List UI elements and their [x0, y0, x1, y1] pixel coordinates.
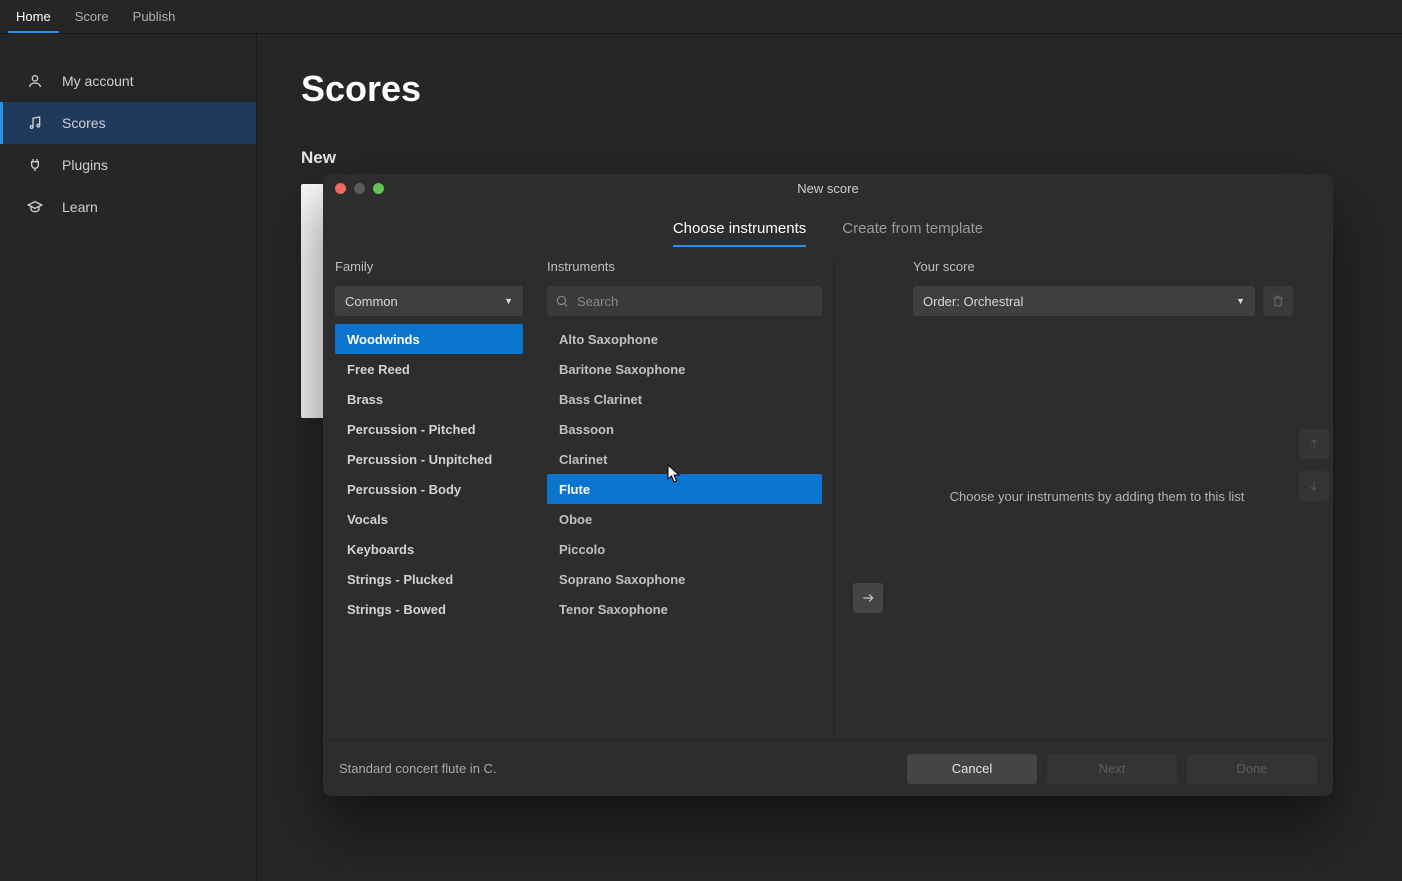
cancel-button[interactable]: Cancel: [907, 754, 1037, 784]
window-minimize-icon[interactable]: [354, 183, 365, 194]
family-item[interactable]: Woodwinds: [335, 324, 523, 354]
sidebar-item-label: Scores: [62, 115, 106, 131]
add-instrument-button[interactable]: [853, 583, 883, 613]
instrument-item[interactable]: Piccolo: [547, 534, 822, 564]
instrument-search-input[interactable]: [577, 294, 814, 309]
family-panel: Family Common ▼ Woodwinds Free Reed Bras…: [323, 259, 535, 740]
move-down-button[interactable]: [1299, 471, 1329, 501]
next-button[interactable]: Next: [1047, 754, 1177, 784]
move-up-button[interactable]: [1299, 429, 1329, 459]
instruments-panel: Instruments Alto Saxophone Baritone Saxo…: [535, 259, 835, 740]
plugin-icon: [26, 156, 44, 174]
instruments-header: Instruments: [547, 259, 822, 274]
instrument-list: Alto Saxophone Baritone Saxophone Bass C…: [547, 324, 822, 740]
top-tab-bar: Home Score Publish: [0, 0, 1402, 34]
learn-icon: [26, 198, 44, 216]
family-item[interactable]: Strings - Plucked: [335, 564, 523, 594]
instrument-item[interactable]: Clarinet: [547, 444, 822, 474]
section-new-label: New: [301, 148, 1358, 168]
order-dropdown[interactable]: Order: Orchestral ▼: [913, 286, 1255, 316]
sidebar-item-scores[interactable]: Scores: [0, 102, 256, 144]
sidebar-item-label: My account: [62, 73, 134, 89]
your-score-header: Your score: [913, 259, 1293, 274]
new-score-dialog: New score Choose instruments Create from…: [323, 174, 1333, 796]
tab-publish[interactable]: Publish: [121, 1, 188, 32]
family-item[interactable]: Vocals: [335, 504, 523, 534]
instrument-item[interactable]: Baritone Saxophone: [547, 354, 822, 384]
sidebar-item-label: Learn: [62, 199, 98, 215]
modal-title: New score: [323, 181, 1333, 196]
modal-tab-bar: Choose instruments Create from template: [323, 202, 1333, 247]
sidebar-item-label: Plugins: [62, 157, 108, 173]
sidebar-item-account[interactable]: My account: [0, 60, 256, 102]
family-item[interactable]: Brass: [335, 384, 523, 414]
family-item[interactable]: Free Reed: [335, 354, 523, 384]
your-score-panel: Your score Order: Orchestral ▼ Choose yo…: [901, 259, 1333, 740]
delete-instrument-button[interactable]: [1263, 286, 1293, 316]
family-item[interactable]: Percussion - Pitched: [335, 414, 523, 444]
chevron-down-icon: ▼: [1236, 296, 1245, 306]
instrument-search[interactable]: [547, 286, 822, 316]
page-title: Scores: [301, 68, 1358, 110]
search-icon: [555, 294, 569, 308]
family-item[interactable]: Percussion - Body: [335, 474, 523, 504]
user-icon: [26, 72, 44, 90]
tab-score[interactable]: Score: [63, 1, 121, 32]
family-list: Woodwinds Free Reed Brass Percussion - P…: [335, 324, 523, 740]
window-zoom-icon[interactable]: [373, 183, 384, 194]
modal-footer: Standard concert flute in C. Cancel Next…: [323, 740, 1333, 796]
instrument-item[interactable]: Bass Clarinet: [547, 384, 822, 414]
empty-score-hint: Choose your instruments by adding them t…: [901, 489, 1293, 504]
modal-titlebar: New score: [323, 174, 1333, 202]
family-item[interactable]: Strings - Bowed: [335, 594, 523, 624]
add-panel: [835, 259, 901, 740]
instrument-description: Standard concert flute in C.: [339, 761, 897, 776]
done-button[interactable]: Done: [1187, 754, 1317, 784]
sidebar-item-learn[interactable]: Learn: [0, 186, 256, 228]
window-close-icon[interactable]: [335, 183, 346, 194]
family-dropdown[interactable]: Common ▼: [335, 286, 523, 316]
sidebar-item-plugins[interactable]: Plugins: [0, 144, 256, 186]
instrument-item[interactable]: Flute: [547, 474, 822, 504]
instrument-item[interactable]: Alto Saxophone: [547, 324, 822, 354]
family-header: Family: [335, 259, 523, 274]
instrument-item[interactable]: Oboe: [547, 504, 822, 534]
order-dropdown-value: Order: Orchestral: [923, 294, 1023, 309]
music-icon: [26, 114, 44, 132]
family-dropdown-value: Common: [345, 294, 398, 309]
tab-create-template[interactable]: Create from template: [842, 212, 983, 247]
instrument-item[interactable]: Bassoon: [547, 414, 822, 444]
family-item[interactable]: Percussion - Unpitched: [335, 444, 523, 474]
instrument-item[interactable]: Soprano Saxophone: [547, 564, 822, 594]
tab-home[interactable]: Home: [4, 1, 63, 32]
chevron-down-icon: ▼: [504, 296, 513, 306]
tab-choose-instruments[interactable]: Choose instruments: [673, 212, 806, 247]
instrument-item[interactable]: Tenor Saxophone: [547, 594, 822, 624]
sidebar: My account Scores Plugins Learn: [0, 34, 257, 881]
family-item[interactable]: Keyboards: [335, 534, 523, 564]
